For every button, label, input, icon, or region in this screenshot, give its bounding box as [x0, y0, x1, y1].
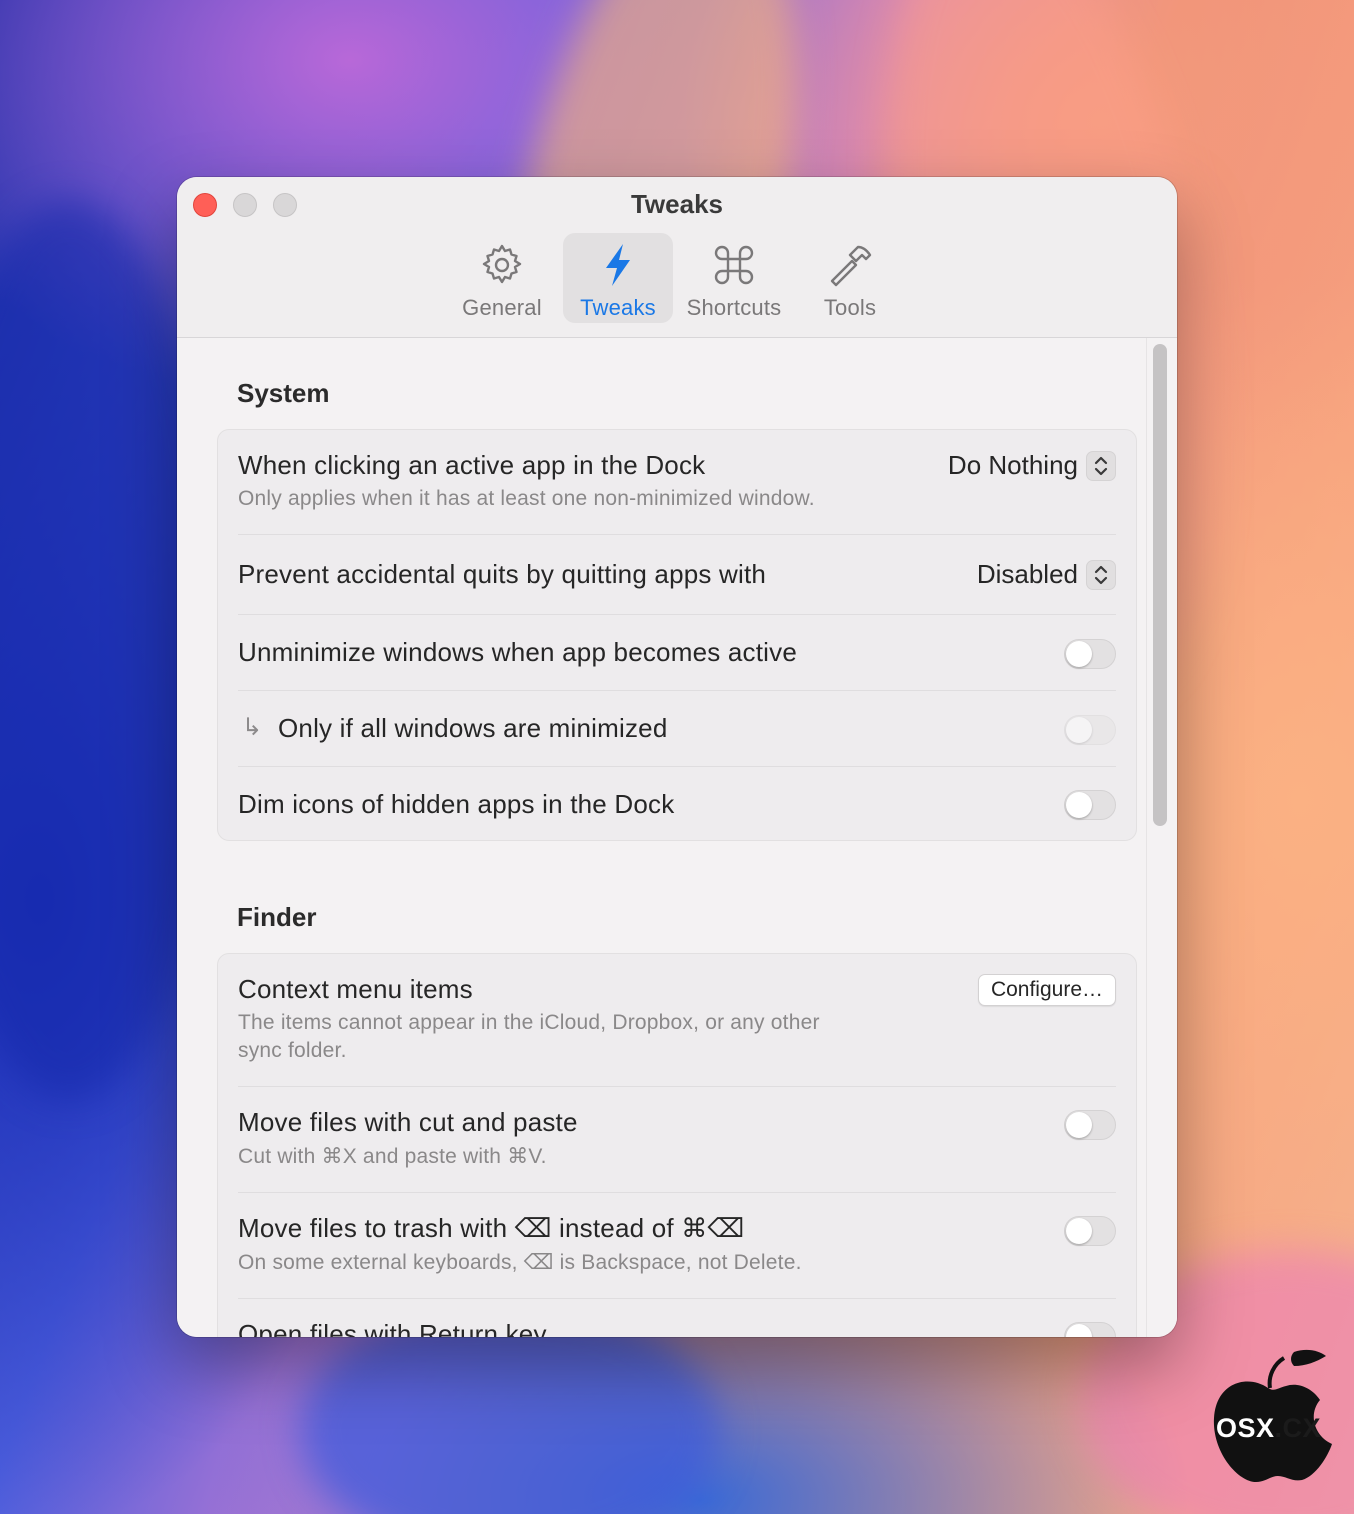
- row-title: Only if all windows are minimized: [278, 713, 668, 743]
- configure-button[interactable]: Configure…: [977, 974, 1116, 1006]
- row-title: Move files to trash with ⌫ instead of ⌘⌫: [238, 1213, 745, 1243]
- scrollbar-thumb[interactable]: [1153, 344, 1167, 826]
- section-title-system: System: [237, 378, 330, 408]
- row-title: Prevent accidental quits by quitting app…: [238, 559, 767, 589]
- finder-group: Context menu items The items cannot appe…: [217, 953, 1137, 1337]
- tab-general[interactable]: General: [447, 233, 557, 323]
- row-dim-hidden: Dim icons of hidden apps in the Dock: [238, 767, 1116, 840]
- unminimize-toggle[interactable]: [1064, 639, 1116, 669]
- tab-shortcuts-label: Shortcuts: [686, 295, 782, 320]
- tab-tweaks[interactable]: Tweaks: [563, 233, 673, 323]
- row-only-if-minimized: ↳ Only if all windows are minimized: [238, 691, 1116, 767]
- row-title: Context menu items: [238, 974, 473, 1004]
- hammer-icon: [830, 245, 872, 287]
- tab-general-label: General: [462, 295, 542, 320]
- row-cut-paste: Move files with cut and paste Cut with ⌘…: [238, 1087, 1116, 1193]
- row-title: Move files with cut and paste: [238, 1107, 578, 1137]
- prevent-quits-popup[interactable]: Disabled: [977, 559, 1116, 590]
- chevron-updown-icon: [1086, 559, 1116, 590]
- tab-tools-label: Tools: [823, 295, 877, 320]
- command-icon: [714, 245, 754, 285]
- row-unminimize: Unminimize windows when app becomes acti…: [238, 615, 1116, 691]
- dock-click-popup[interactable]: Do Nothing: [948, 450, 1116, 481]
- row-subtitle-line2: sync folder.: [238, 1039, 347, 1062]
- row-title: Open files with Return key: [238, 1319, 547, 1337]
- popup-value: Disabled: [976, 559, 1078, 589]
- only-if-minimized-toggle[interactable]: [1064, 715, 1116, 745]
- row-trash-delete: Move files to trash with ⌫ instead of ⌘⌫…: [238, 1193, 1116, 1299]
- tab-tools[interactable]: Tools: [795, 233, 905, 323]
- section-title-finder: Finder: [237, 902, 317, 932]
- bolt-icon: [606, 244, 630, 286]
- open-return-toggle[interactable]: [1064, 1322, 1116, 1337]
- titlebar: Tweaks General Tweaks Shortcuts Tools: [177, 177, 1177, 338]
- watermark-text-cx: .CX: [1274, 1413, 1322, 1443]
- tab-shortcuts[interactable]: Shortcuts: [679, 233, 789, 323]
- row-subtitle: On some external keyboards, ⌫ is Backspa…: [238, 1251, 802, 1274]
- tab-tweaks-label: Tweaks: [580, 295, 656, 320]
- scrollbar[interactable]: [1146, 338, 1177, 1337]
- popup-value: Do Nothing: [947, 450, 1078, 480]
- row-subtitle: Cut with ⌘X and paste with ⌘V.: [238, 1145, 547, 1168]
- cut-paste-toggle[interactable]: [1064, 1110, 1116, 1140]
- window-title: Tweaks: [630, 189, 723, 219]
- settings-toolbar: General Tweaks Shortcuts Tools: [447, 233, 905, 323]
- indent-arrow-icon: ↳: [242, 714, 263, 741]
- dim-hidden-toggle[interactable]: [1064, 790, 1116, 820]
- settings-window: Tweaks General Tweaks Shortcuts Tools Sy…: [177, 177, 1177, 1337]
- watermark-text: OSX.CX: [1216, 1413, 1321, 1444]
- row-prevent-quits: Prevent accidental quits by quitting app…: [238, 535, 1116, 615]
- system-group: When clicking an active app in the Dock …: [217, 429, 1137, 841]
- row-dock-click: When clicking an active app in the Dock …: [238, 430, 1116, 535]
- chevron-updown-icon: [1086, 450, 1116, 481]
- watermark-text-osx: OSX: [1216, 1413, 1275, 1443]
- row-subtitle-line1: The items cannot appear in the iCloud, D…: [238, 1011, 820, 1034]
- row-subtitle: Only applies when it has at least one no…: [238, 487, 815, 510]
- settings-content: System When clicking an active app in th…: [177, 338, 1177, 1337]
- row-context-menu: Context menu items The items cannot appe…: [238, 954, 1116, 1087]
- row-title: Dim icons of hidden apps in the Dock: [238, 789, 675, 819]
- trash-delete-toggle[interactable]: [1064, 1216, 1116, 1246]
- row-title: Unminimize windows when app becomes acti…: [238, 637, 797, 667]
- row-title: When clicking an active app in the Dock: [238, 450, 706, 480]
- gear-icon: [482, 244, 522, 284]
- row-open-return: Open files with Return key: [238, 1299, 1116, 1337]
